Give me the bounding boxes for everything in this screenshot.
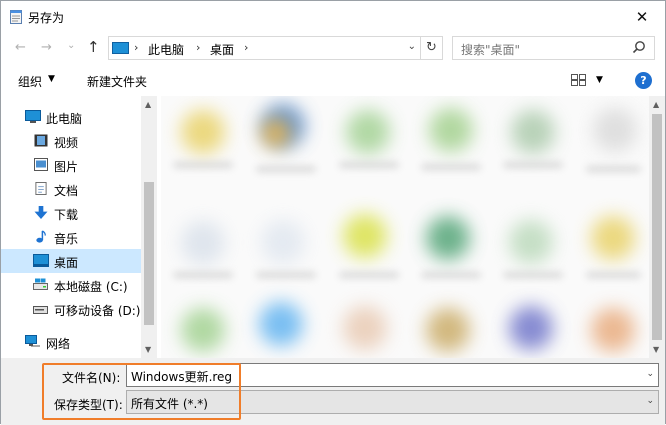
music-icon [36, 230, 46, 243]
up-button[interactable]: ↑ [87, 38, 100, 56]
address-bar[interactable]: › 此电脑 › 桌面 › ⌄ [108, 36, 421, 60]
window-title: 另存为 [28, 11, 65, 25]
scroll-down-icon[interactable]: ▼ [653, 345, 659, 354]
search-placeholder: 搜索"桌面" [461, 43, 521, 57]
chevron-down-icon[interactable]: ⌄ [646, 369, 654, 379]
help-icon[interactable]: ? [635, 72, 652, 89]
organize-button[interactable]: 组织 [18, 73, 42, 90]
breadcrumb-separator[interactable]: › [244, 41, 248, 54]
sidebar-item-label: 网络 [46, 337, 71, 351]
file-item[interactable] [181, 308, 225, 352]
file-item[interactable] [593, 108, 637, 152]
sidebar-item-music[interactable]: 音乐 [1, 225, 141, 249]
notepad-icon [10, 10, 22, 24]
file-list-area[interactable] [161, 96, 649, 358]
refresh-button[interactable]: ↻ [421, 36, 443, 60]
back-button[interactable]: ← [15, 40, 26, 55]
file-item[interactable] [511, 110, 555, 154]
save-as-dialog: 另存为 ✕ ← → ⌄ ↑ › 此电脑 › 桌面 › ⌄ ↻ 搜索"桌面" 组织… [0, 0, 666, 425]
view-options-icon[interactable] [571, 74, 586, 86]
sidebar-item-label: 可移动设备 (D:) [54, 304, 141, 318]
view-dropdown-icon[interactable]: ▼ [596, 75, 603, 85]
sidebar-item-label: 此电脑 [46, 112, 83, 126]
file-item[interactable] [346, 110, 390, 154]
recent-locations-button[interactable]: ⌄ [67, 40, 75, 51]
sidebar-item-network[interactable]: 网络 [1, 330, 141, 354]
scroll-down-icon[interactable]: ▼ [145, 345, 151, 354]
network-icon [25, 335, 40, 347]
highlight-annotation [42, 363, 241, 420]
sidebar-item-removable-drive[interactable]: 可移动设备 (D:) [1, 297, 141, 321]
sidebar-item-label: 视频 [54, 136, 79, 150]
pc-icon [112, 42, 129, 54]
file-item[interactable] [261, 118, 291, 148]
address-dropdown-icon[interactable]: ⌄ [408, 41, 416, 52]
scrollbar-thumb[interactable] [144, 182, 154, 325]
scrollbar-thumb[interactable] [652, 114, 662, 340]
scroll-up-icon[interactable]: ▲ [653, 100, 659, 109]
sidebar-item-videos[interactable]: 视频 [1, 129, 141, 153]
breadcrumb-desktop[interactable]: 桌面 [210, 41, 234, 58]
sidebar-item-local-disk[interactable]: 本地磁盘 (C:) [1, 273, 141, 297]
sidebar-item-downloads[interactable]: 下载 [1, 201, 141, 225]
scroll-up-icon[interactable]: ▲ [145, 100, 151, 109]
sidebar-item-label: 本地磁盘 (C:) [54, 280, 128, 294]
refresh-icon: ↻ [426, 40, 437, 55]
sidebar-item-desktop[interactable]: 桌面 [1, 249, 141, 273]
breadcrumb-this-pc[interactable]: 此电脑 [148, 41, 184, 58]
file-item[interactable] [181, 221, 225, 265]
organize-dropdown-icon[interactable]: ▼ [48, 74, 55, 84]
chevron-down-icon[interactable]: ⌄ [646, 396, 654, 406]
sidebar-item-label: 音乐 [54, 232, 79, 246]
file-item[interactable] [429, 108, 473, 152]
breadcrumb-separator[interactable]: › [134, 41, 138, 54]
sidebar-item-this-pc[interactable]: 此电脑 [1, 105, 141, 129]
close-icon: ✕ [635, 7, 649, 26]
file-item[interactable] [426, 308, 470, 352]
file-item[interactable] [261, 220, 305, 264]
download-icon [34, 206, 48, 219]
toolbar: 组织 ▼ 新建文件夹 ▼ ? [1, 64, 665, 96]
sidebar-item-label: 桌面 [54, 256, 79, 270]
pictures-icon [34, 158, 48, 171]
navigation-pane: 此电脑 视频 图片 文档 下载 音乐 桌面 本地磁盘 (C:) 可移动设备 (D… [1, 96, 157, 358]
file-list-scrollbar[interactable]: ▲ ▼ [649, 96, 665, 358]
sidebar-item-pictures[interactable]: 图片 [1, 153, 141, 177]
file-item[interactable] [509, 306, 553, 350]
sidebar-item-label: 文档 [54, 184, 79, 198]
file-item[interactable] [343, 306, 387, 350]
sidebar-item-documents[interactable]: 文档 [1, 177, 141, 201]
file-item[interactable] [509, 220, 553, 264]
search-input[interactable]: 搜索"桌面" [452, 36, 655, 60]
sidebar-item-label: 下载 [54, 208, 79, 222]
sidebar-item-label: 图片 [54, 160, 79, 174]
new-folder-button[interactable]: 新建文件夹 [87, 73, 147, 90]
local-disk-icon [33, 278, 48, 290]
file-item[interactable] [259, 302, 303, 346]
documents-icon [35, 182, 47, 195]
desktop-icon [33, 254, 49, 267]
forward-button[interactable]: → [41, 40, 52, 55]
pc-icon [25, 110, 41, 123]
video-icon [34, 134, 48, 147]
file-item[interactable] [181, 110, 225, 154]
file-item[interactable] [591, 308, 635, 352]
navigation-row: ← → ⌄ ↑ › 此电脑 › 桌面 › ⌄ ↻ 搜索"桌面" [1, 32, 665, 64]
search-icon [632, 41, 645, 54]
file-item[interactable] [343, 214, 387, 258]
breadcrumb-separator[interactable]: › [196, 41, 200, 54]
navigation-pane-scrollbar[interactable]: ▲ ▼ [141, 96, 157, 358]
title-bar: 另存为 ✕ [1, 1, 665, 32]
file-item[interactable] [591, 216, 635, 260]
close-button[interactable]: ✕ [619, 1, 665, 32]
file-item[interactable] [426, 216, 470, 260]
removable-drive-icon [33, 306, 48, 314]
